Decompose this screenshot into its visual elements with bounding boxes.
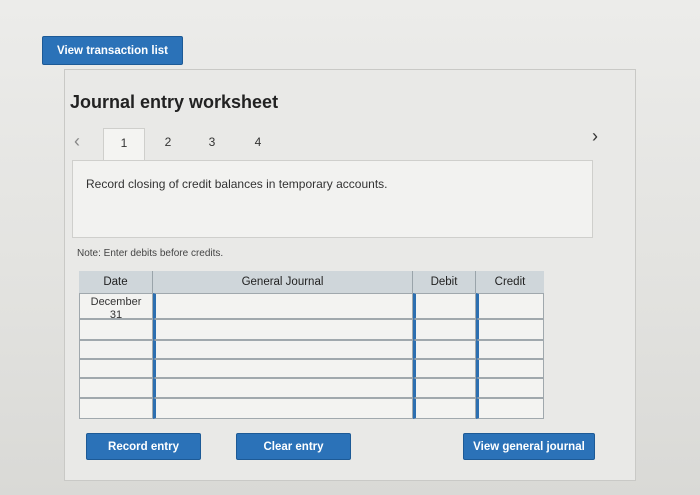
clear-entry-button[interactable]: Clear entry bbox=[236, 433, 351, 460]
date-cell bbox=[79, 359, 153, 378]
date-cell bbox=[79, 340, 153, 359]
tab-4[interactable]: 4 bbox=[250, 135, 266, 149]
debit-cell[interactable] bbox=[413, 359, 476, 378]
debit-cell[interactable] bbox=[413, 319, 476, 340]
debit-cell[interactable] bbox=[413, 378, 476, 398]
header-general-journal: General Journal bbox=[153, 271, 413, 293]
credit-cell[interactable] bbox=[476, 293, 544, 319]
account-cell[interactable] bbox=[153, 398, 413, 419]
journal-table: Date General Journal Debit Credit bbox=[79, 271, 544, 419]
date-month: December bbox=[90, 296, 142, 308]
instruction-box bbox=[72, 160, 593, 238]
record-entry-button[interactable]: Record entry bbox=[86, 433, 201, 460]
chevron-right-icon[interactable]: › bbox=[592, 126, 598, 147]
tab-1[interactable]: 1 bbox=[103, 128, 145, 161]
credit-cell[interactable] bbox=[476, 319, 544, 340]
tab-2[interactable]: 2 bbox=[160, 135, 176, 149]
note-text: Note: Enter debits before credits. bbox=[77, 248, 224, 259]
debit-cell[interactable] bbox=[413, 340, 476, 359]
header-credit: Credit bbox=[476, 271, 544, 293]
header-date: Date bbox=[79, 271, 153, 293]
view-transaction-list-button[interactable]: View transaction list bbox=[42, 36, 183, 65]
credit-cell[interactable] bbox=[476, 359, 544, 378]
header-debit: Debit bbox=[413, 271, 476, 293]
debit-cell[interactable] bbox=[413, 293, 476, 319]
instruction-text: Record closing of credit balances in tem… bbox=[86, 177, 388, 191]
date-day: 31 bbox=[109, 309, 123, 321]
tab-3[interactable]: 3 bbox=[204, 135, 220, 149]
date-cell-text: December 31 bbox=[82, 296, 150, 322]
date-cell bbox=[79, 378, 153, 398]
chevron-left-icon[interactable]: ‹ bbox=[74, 131, 80, 152]
account-cell[interactable] bbox=[153, 378, 413, 398]
account-cell[interactable] bbox=[153, 340, 413, 359]
credit-cell[interactable] bbox=[476, 398, 544, 419]
account-cell[interactable] bbox=[153, 359, 413, 378]
account-cell[interactable] bbox=[153, 293, 413, 319]
worksheet-title: Journal entry worksheet bbox=[70, 92, 279, 112]
view-general-journal-button[interactable]: View general journal bbox=[463, 433, 595, 460]
page: View transaction list Journal entry work… bbox=[0, 0, 700, 495]
credit-cell[interactable] bbox=[476, 378, 544, 398]
credit-cell[interactable] bbox=[476, 340, 544, 359]
date-cell bbox=[79, 398, 153, 419]
account-cell[interactable] bbox=[153, 319, 413, 340]
debit-cell[interactable] bbox=[413, 398, 476, 419]
date-cell bbox=[79, 319, 153, 340]
